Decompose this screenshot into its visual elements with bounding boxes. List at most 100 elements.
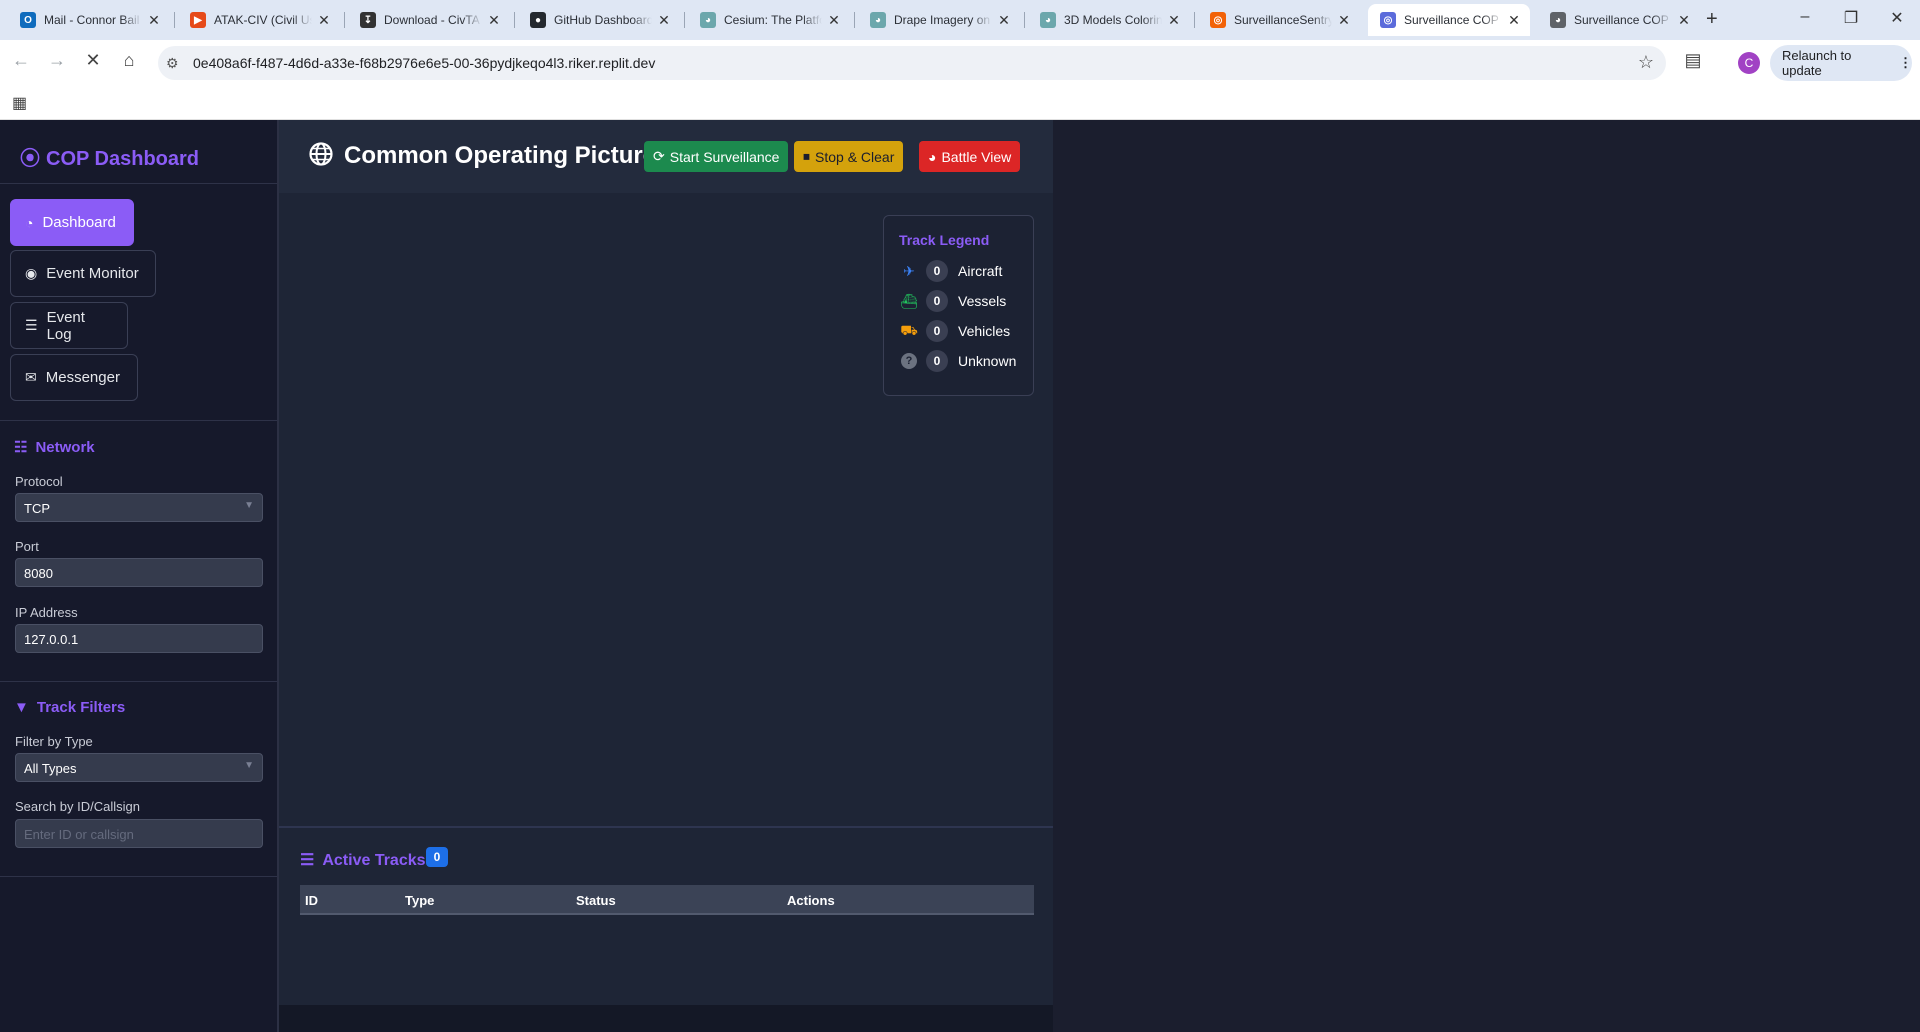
url-text: 0e408a6f-f487-4d6d-a33e-f68b2976e6e5-00-… [193,55,656,71]
site-settings-icon[interactable]: ⚙ [166,55,179,72]
sidebar: ⦿ COP Dashboard ◔ Dashboard ◉ Event Monitor ☰… [0,120,279,1032]
stop-loading-icon[interactable]: ✕ [80,50,106,71]
minimize-icon[interactable]: – [1790,8,1820,26]
relaunch-button[interactable]: Relaunch to update ⋮ [1770,45,1912,81]
protocol-label: Protocol [15,474,63,489]
legend-count: 0 [926,260,948,282]
legend-item-unknown: ? 0 Unknown [899,350,1016,372]
more-menu-icon[interactable]: ⋮ [1899,55,1912,71]
legend-count: 0 [926,350,948,372]
new-tab-button[interactable]: + [1706,8,1718,31]
eye-icon: ◉ [25,265,38,281]
browser-tab[interactable]: ◕ 3D Models Colorin ✕ [1028,4,1190,36]
map-view[interactable]: Track Legend ✈ 0 Aircraft ⛴ 0 Vessels ⛟ 0 Vehicl… [279,193,1053,825]
close-tab-icon[interactable]: ✕ [1336,12,1352,29]
page-title: Common Operating Picture [344,142,657,169]
tab-search-icon[interactable]: ▤ [1680,50,1706,71]
legend-label: Vehicles [958,323,1011,339]
nav-messenger[interactable]: ✉ Messenger [10,354,138,401]
nav-event-monitor[interactable]: ◉ Event Monitor [10,250,156,297]
close-tab-icon[interactable]: ✕ [486,12,502,29]
column-header-status[interactable]: Status [576,893,616,908]
browser-tab[interactable]: O Mail - Connor Bail ✕ [8,4,170,36]
github-icon: ● [530,12,546,28]
close-window-icon[interactable]: ✕ [1882,8,1912,28]
column-header-actions[interactable]: Actions [787,893,835,908]
tracks-table-header: ID Type Status Actions [300,885,1034,915]
nav-event-log[interactable]: ☰ Event Log [10,302,128,349]
tab-separator [684,12,685,28]
port-input[interactable]: 8080 [15,558,263,587]
browser-tab[interactable]: ◎ SurveillanceSentry ✕ [1198,4,1360,36]
start-label: Start Surveillance [669,148,780,165]
filter-type-select[interactable]: All Types ▼ [15,753,263,782]
browser-tab[interactable]: ◕ Cesium: The Platfo ✕ [688,4,850,36]
close-tab-icon[interactable]: ✕ [1676,12,1692,29]
ip-label: IP Address [15,605,78,620]
protocol-select[interactable]: TCP ▼ [15,493,263,522]
filter-icon: ▼ [14,699,29,716]
tab-title: Surveillance COP D [1574,13,1672,27]
restore-icon[interactable]: ❐ [1836,8,1866,28]
stop-label: Stop & Clear [815,148,895,165]
tab-title: Drape Imagery on [894,13,991,27]
close-tab-icon[interactable]: ✕ [316,12,332,29]
tab-title: Cesium: The Platfo [724,13,822,27]
column-header-type[interactable]: Type [405,893,434,908]
apps-grid-icon[interactable]: ▦ [12,93,27,113]
globe-icon [309,142,333,166]
nav-label: Messenger [45,369,120,386]
close-tab-icon[interactable]: ✕ [826,12,842,29]
back-icon[interactable]: ← [8,50,34,71]
close-tab-icon[interactable]: ✕ [146,12,162,29]
browser-tab[interactable]: ◎ Surveillance COP D ✕ [1368,4,1530,36]
plane-icon: ✈ [903,262,915,279]
search-callsign-input[interactable]: Enter ID or callsign [15,819,263,848]
browser-tab[interactable]: ↧ Download - CivTA ✕ [348,4,510,36]
globe-icon: ◕ [1550,12,1566,28]
network-icon: ☷ [14,439,28,456]
main-header: Common Operating Picture ⟳ Start Surveill… [279,120,1053,193]
legend-label: Vessels [958,293,1007,309]
legend-title: Track Legend [899,232,990,248]
chevron-down-icon: ▼ [244,500,254,511]
browser-tab[interactable]: ● GitHub Dashboard ✕ [518,4,680,36]
network-title: Network [35,439,95,456]
browser-tab[interactable]: ◕ Drape Imagery on ✕ [858,4,1020,36]
cop-app: ⦿ COP Dashboard ◔ Dashboard ◉ Event Monitor ☰… [0,120,1920,1032]
empty-area [1053,120,1920,1032]
stop-clear-button[interactable]: ⏹ Stop & Clear [794,141,904,172]
close-tab-icon[interactable]: ✕ [1506,12,1522,29]
ip-address-input[interactable]: 127.0.0.1 [15,624,263,653]
tab-separator [1194,12,1195,28]
filter-type-value: All Types [24,761,77,776]
browser-tab-strip: O Mail - Connor Bail ✕ ▶ ATAK-CIV (Civil Us ✕… [0,0,1920,40]
legend-label: Unknown [958,353,1017,369]
nav-label: Event Log [46,308,85,343]
forward-icon[interactable]: → [44,50,70,71]
start-surveillance-button[interactable]: ⟳ Start Surveillance [644,141,789,172]
home-icon[interactable]: ⌂ [116,50,142,71]
battle-view-button[interactable]: ◕ Battle View [919,141,1021,172]
ship-icon: ⛴ [900,292,918,309]
close-tab-icon[interactable]: ✕ [996,12,1012,29]
dashboard-icon: ◔ [25,214,34,231]
car-icon: ⛟ [900,321,918,338]
browser-tab[interactable]: ◕ Surveillance COP D ✕ [1538,4,1700,36]
nav-dashboard[interactable]: ◔ Dashboard [10,199,134,246]
close-tab-icon[interactable]: ✕ [1166,12,1182,29]
bookmark-star-icon[interactable]: ☆ [1638,52,1654,73]
chevron-down-icon: ▼ [244,760,254,771]
browser-tab[interactable]: ▶ ATAK-CIV (Civil Us ✕ [178,4,340,36]
download-icon: ↧ [360,12,376,28]
brand-title: COP Dashboard [46,148,199,170]
profile-avatar[interactable]: C [1738,52,1760,74]
legend-label: Aircraft [958,263,1003,279]
column-header-id[interactable]: ID [305,893,318,908]
tab-separator [514,12,515,28]
cesium-icon: ◕ [870,12,886,28]
close-tab-icon[interactable]: ✕ [656,12,672,29]
address-bar[interactable]: ⚙ 0e408a6f-f487-4d6d-a33e-f68b2976e6e5-0… [158,46,1666,80]
brand[interactable]: ⦿ COP Dashboard [20,142,199,171]
track-filters-title: Track Filters [36,699,126,716]
